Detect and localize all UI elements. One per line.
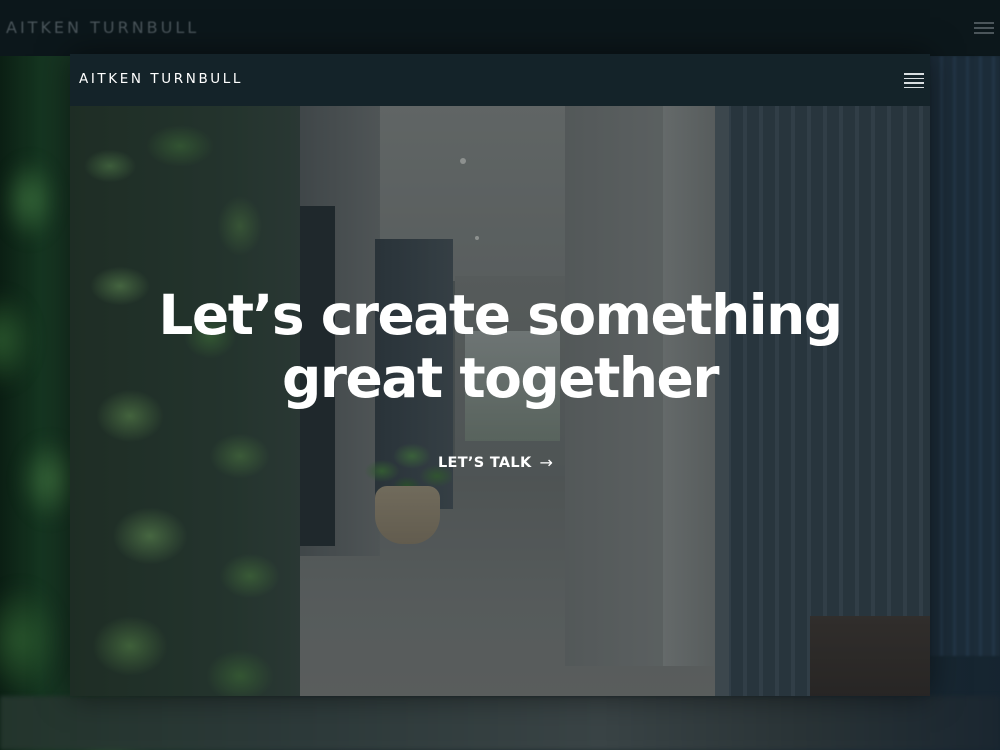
- hamburger-menu-icon[interactable]: [904, 73, 924, 88]
- hero-section: Let’s create something great together LE…: [70, 106, 930, 696]
- hero-title: Let’s create something great together: [158, 283, 843, 410]
- background-hamburger-menu-icon: [974, 22, 994, 34]
- lets-talk-button[interactable]: LET’S TALK →: [438, 453, 554, 472]
- background-logo: AITKEN TURNBULL: [6, 18, 200, 37]
- arrow-right-icon: →: [539, 453, 554, 472]
- background-glass-panel-image: [930, 56, 1000, 656]
- background-floor-image: [0, 696, 1000, 750]
- background-header: AITKEN TURNBULL: [0, 0, 1000, 56]
- lets-talk-label: LET’S TALK: [438, 455, 532, 471]
- site-logo[interactable]: AITKEN TURNBULL: [79, 71, 243, 87]
- hero-card: AITKEN TURNBULL Let’s create something g…: [70, 54, 930, 696]
- site-header: AITKEN TURNBULL: [70, 54, 930, 106]
